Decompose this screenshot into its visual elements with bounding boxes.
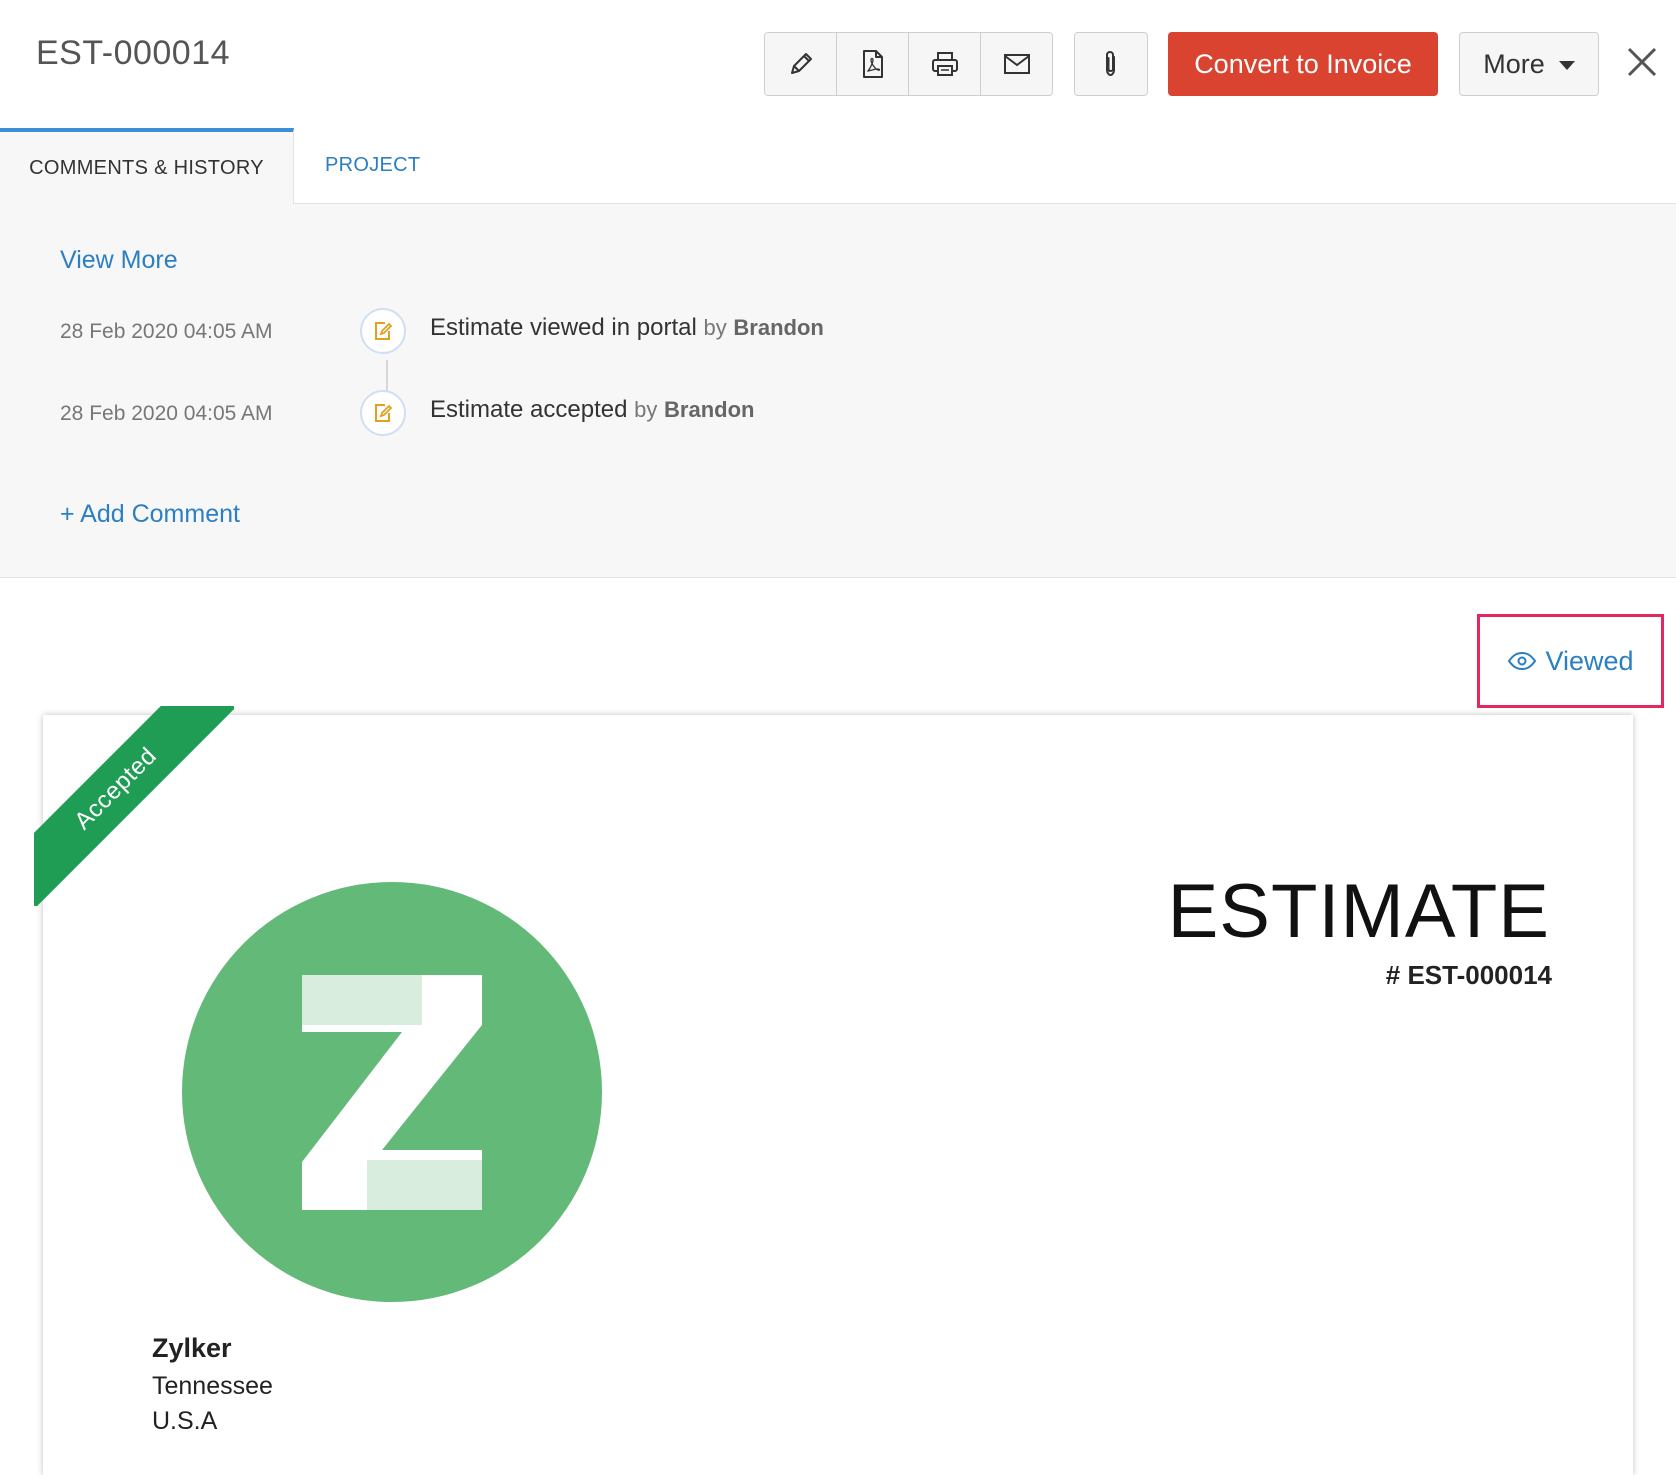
history-date: 28 Feb 2020 04:05 AM	[60, 320, 273, 343]
eye-icon	[1508, 651, 1537, 671]
print-icon	[931, 52, 958, 76]
history-entry-icon	[360, 308, 406, 354]
estimate-heading: ESTIMATE	[1167, 869, 1550, 954]
history-date: 28 Feb 2020 04:05 AM	[60, 402, 273, 425]
close-icon	[1627, 47, 1657, 77]
tab-comments-history[interactable]: COMMENTS & HISTORY	[0, 128, 294, 204]
more-dropdown-button[interactable]: More	[1459, 32, 1599, 96]
attach-button[interactable]	[1074, 32, 1148, 96]
edit-note-icon	[375, 404, 393, 422]
company-address-block: Zylker Tennessee U.S.A	[152, 1333, 273, 1442]
edit-note-icon	[375, 322, 393, 340]
print-button[interactable]	[909, 33, 981, 95]
history-entry-text: Estimate viewed in portal	[430, 314, 697, 341]
pdf-button[interactable]	[837, 33, 909, 95]
convert-to-invoice-button[interactable]: Convert to Invoice	[1168, 32, 1438, 96]
accepted-ribbon-label: Accepted	[34, 706, 234, 906]
close-button[interactable]	[1624, 44, 1660, 80]
company-address-line: U.S.A	[152, 1407, 218, 1435]
company-name: Zylker	[152, 1333, 232, 1363]
status-ribbon: Accepted	[34, 706, 234, 906]
header-bar: EST-000014 Convert to Invoice More	[0, 0, 1676, 129]
add-comment-link[interactable]: + Add Comment	[60, 500, 240, 529]
history-user: Brandon	[664, 397, 755, 422]
caret-down-icon	[1558, 60, 1575, 70]
more-label: More	[1483, 48, 1545, 79]
email-button[interactable]	[981, 33, 1052, 95]
tab-project[interactable]: PROJECT	[325, 128, 420, 203]
timeline-connector	[386, 360, 388, 394]
pdf-icon	[862, 50, 883, 78]
history-by-label: by	[634, 397, 658, 422]
tab-bar: COMMENTS & HISTORY PROJECT	[0, 128, 1676, 204]
history-entry: Estimate accepted by Brandon	[430, 396, 754, 424]
company-address-line: Tennessee	[152, 1372, 273, 1400]
viewed-status-button[interactable]: Viewed	[1477, 614, 1664, 708]
history-user: Brandon	[733, 315, 824, 340]
edit-button[interactable]	[765, 33, 837, 95]
mail-icon	[1003, 54, 1030, 74]
company-logo	[182, 882, 602, 1307]
history-entry: Estimate viewed in portal by Brandon	[430, 314, 824, 342]
paperclip-icon	[1106, 50, 1115, 77]
history-panel: View More 28 Feb 2020 04:05 AM Estimate …	[0, 204, 1676, 578]
history-entry-text: Estimate accepted	[430, 396, 628, 423]
edit-icon	[790, 53, 812, 74]
viewed-label: Viewed	[1545, 645, 1634, 676]
estimate-number: # EST-000014	[1385, 960, 1552, 990]
history-entry-icon	[360, 390, 406, 436]
history-by-label: by	[703, 315, 727, 340]
action-icon-group	[764, 32, 1053, 96]
page-title: EST-000014	[36, 34, 231, 72]
view-more-link[interactable]: View More	[60, 246, 178, 275]
